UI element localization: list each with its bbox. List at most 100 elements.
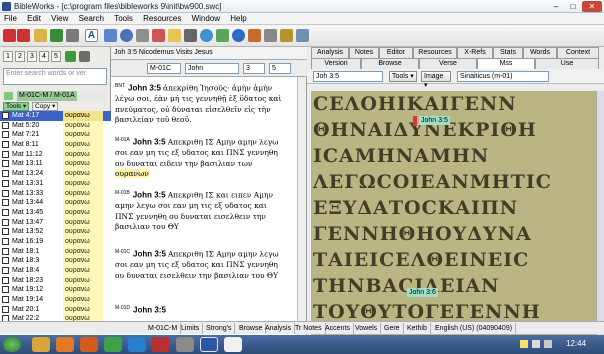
firefox-icon[interactable] <box>80 337 98 352</box>
word-icon[interactable] <box>79 51 90 62</box>
menu-search[interactable]: Search <box>75 13 108 24</box>
verse-ref[interactable]: John 3:5 <box>133 138 166 147</box>
image-dropdown[interactable]: Image ▾ <box>421 71 451 89</box>
status-vowels[interactable]: Vowels <box>352 323 382 334</box>
num-button-5[interactable]: 5 <box>51 51 61 62</box>
verse-label-john-3-6[interactable]: John 3:6 <box>407 288 438 297</box>
tab-use[interactable]: Use <box>535 58 599 69</box>
tab-editor[interactable]: Editor <box>379 47 413 58</box>
verse-list-row[interactable]: Mat 16:19 ουρανω <box>0 236 111 247</box>
checkbox[interactable] <box>2 141 9 149</box>
search-icon[interactable] <box>120 29 133 42</box>
tools-icon[interactable] <box>264 29 277 42</box>
app-icon-red[interactable] <box>152 337 170 352</box>
verse-ref[interactable]: Mat 18:3 <box>12 256 39 266</box>
verse-list[interactable]: Mat 4:17 ουρανω Mat 5:20 ουρανω Mat 7:21 ουρα… <box>0 111 111 337</box>
checkbox[interactable] <box>2 257 9 265</box>
verse-ref[interactable]: Mat 13:52 <box>12 227 43 237</box>
tab-resources[interactable]: Resources <box>413 47 457 58</box>
checkbox[interactable] <box>2 199 9 207</box>
verse-ref[interactable]: Mat 7:21 <box>12 130 39 140</box>
checkbox[interactable] <box>2 170 9 178</box>
chapter-select[interactable]: 3 <box>243 63 265 74</box>
verse-ref[interactable]: Mat 5:20 <box>12 121 39 131</box>
tab-stats[interactable]: Stats <box>493 47 523 58</box>
verse-list-row[interactable]: Mat 13:45 ουρανω <box>0 207 111 218</box>
verse-ref[interactable]: Mat 18:23 <box>12 276 43 286</box>
menu-file[interactable]: File <box>0 13 21 24</box>
globe-icon[interactable] <box>200 29 213 42</box>
verse-list-row[interactable]: Mat 19:12 ουρανω <box>0 285 111 296</box>
highlighted-word[interactable]: ουρανων <box>115 169 149 178</box>
status-tr-notes[interactable]: Tr Notes <box>292 323 326 334</box>
word-icon[interactable] <box>200 337 218 352</box>
checkbox[interactable] <box>2 131 9 139</box>
verse-ref[interactable]: Mat 13:11 <box>12 159 43 169</box>
verse-list-row[interactable]: Mat 13:52 ουρανω <box>0 227 111 237</box>
verse-list-row[interactable]: Mat 18:3 ουρανω <box>0 256 111 267</box>
verse-list-row[interactable]: Mat 13:47 ουρανω <box>0 217 111 228</box>
verse-list-row[interactable]: Mat 7:21 ουρανω <box>0 130 111 141</box>
verse-list-row[interactable]: Mat 18:4 ουρανω <box>0 266 111 276</box>
status-strongs[interactable]: Strong's <box>203 323 236 334</box>
menu-resources[interactable]: Resources <box>139 13 185 24</box>
status-kethib[interactable]: Kethib <box>404 323 431 334</box>
verse-ref[interactable]: Mat 13:33 <box>12 189 43 199</box>
back-arrow-icon[interactable] <box>3 29 16 42</box>
checkbox[interactable] <box>2 112 9 119</box>
explorer-icon[interactable] <box>32 337 50 352</box>
status-analysis[interactable]: Analysis <box>262 323 296 334</box>
lock-icon[interactable] <box>34 29 47 42</box>
verse-list-row[interactable]: Mat 13:11 ουρανω <box>0 159 111 170</box>
font-icon[interactable]: A <box>85 29 98 42</box>
verse-list-row[interactable]: Mat 5:20 ουρανω <box>0 120 111 131</box>
key-icon[interactable] <box>280 29 293 42</box>
verse-select[interactable]: 5 <box>269 63 291 74</box>
close-button[interactable]: ✕ <box>582 1 602 12</box>
verse-list-row[interactable]: Mat 13:31 ουρανω <box>0 178 111 189</box>
verse-ref[interactable]: Mat 4:17 <box>12 111 39 121</box>
checkbox[interactable] <box>2 296 9 304</box>
ie-icon[interactable] <box>128 337 146 352</box>
checkbox[interactable] <box>2 237 9 245</box>
checkbox[interactable] <box>2 121 9 129</box>
volume-icon[interactable] <box>544 340 552 348</box>
tab-verse[interactable]: Verse <box>419 58 477 69</box>
start-button[interactable] <box>3 337 21 352</box>
verse-list-row[interactable]: Mat 8:11 ουρανω <box>0 140 111 150</box>
bookmark-icon[interactable] <box>152 29 165 42</box>
manuscript-scrollbar[interactable] <box>596 91 604 335</box>
checkbox[interactable] <box>2 189 9 197</box>
checkbox[interactable] <box>2 267 9 274</box>
manuscript-select[interactable]: Sinaiticus (m-01) <box>457 71 549 82</box>
verse-list-row[interactable]: Mat 11:12 ουρανω <box>0 149 111 160</box>
manuscript-image[interactable]: ϹΕΛΟΗΙΚΑΙΓΕΝΝ ΘΗΝΑΙΔΥΝΕΚΡΙΘΗ ΙϹΑΜΗΝΑΜΗΝ … <box>311 91 601 335</box>
status-accents[interactable]: Accents <box>322 323 354 334</box>
vertical-scrollbar[interactable] <box>297 77 306 337</box>
checkbox[interactable] <box>2 286 9 294</box>
reference-input[interactable]: Joh 3:5 <box>313 71 383 82</box>
num-button-3[interactable]: 3 <box>27 51 37 62</box>
num-button-1[interactable]: 1 <box>3 51 13 62</box>
tab-notes[interactable]: Notes <box>349 47 379 58</box>
verse-ref[interactable]: Mat 19:12 <box>12 285 43 295</box>
audio-icon[interactable] <box>248 29 261 42</box>
verse-list-row[interactable]: Mat 13:44 ουρανω <box>0 198 111 208</box>
status-gere[interactable]: Gere <box>381 323 404 334</box>
chrome-icon[interactable] <box>104 337 122 352</box>
num-button-2[interactable]: 2 <box>15 51 25 62</box>
verse-list-row[interactable]: Mat 4:17 ουρανω <box>0 111 111 121</box>
verse-ref[interactable]: Mat 18:4 <box>12 266 39 276</box>
gear-icon[interactable] <box>136 29 149 42</box>
verse-ref[interactable]: Mat 13:47 <box>12 218 43 228</box>
bibleworks-taskbar-icon[interactable] <box>224 337 242 352</box>
checkbox[interactable] <box>2 276 9 284</box>
book-select[interactable]: John <box>185 63 239 74</box>
network-icon[interactable] <box>532 340 540 348</box>
menu-window[interactable]: Window <box>188 13 224 24</box>
filter-icon[interactable] <box>65 51 76 62</box>
flag-icon[interactable] <box>520 340 528 348</box>
verse-list-row[interactable]: Mat 13:33 ουρανω <box>0 188 111 199</box>
clock[interactable]: 12:44 <box>566 339 586 348</box>
checkbox[interactable] <box>2 218 9 226</box>
